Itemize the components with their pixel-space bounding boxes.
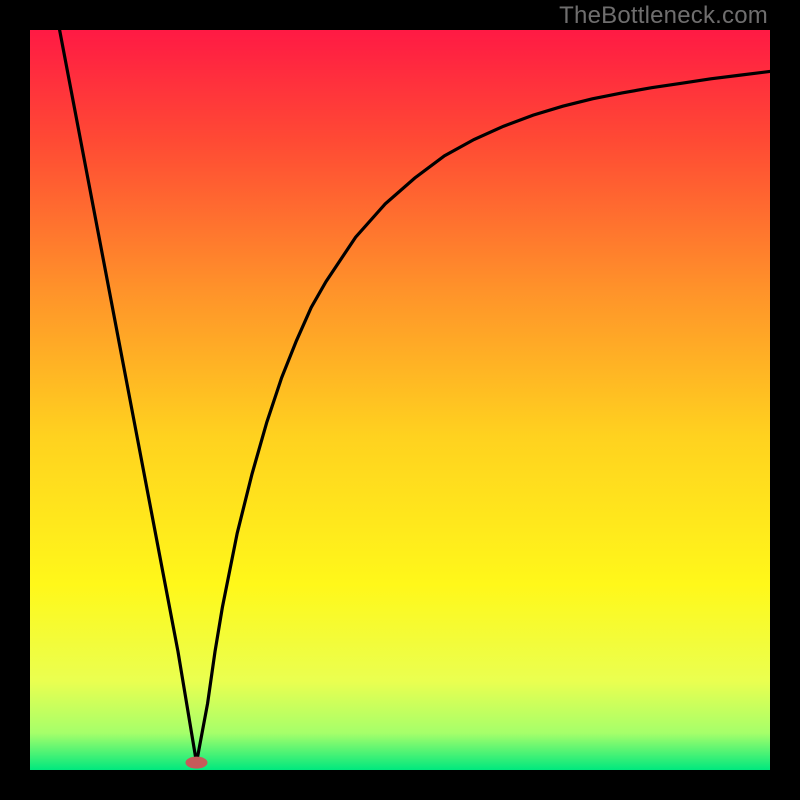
optimal-point-marker	[186, 757, 208, 769]
gradient-background	[30, 30, 770, 770]
watermark-text: TheBottleneck.com	[559, 2, 768, 30]
chart-frame	[30, 30, 770, 770]
bottleneck-chart	[30, 30, 770, 770]
